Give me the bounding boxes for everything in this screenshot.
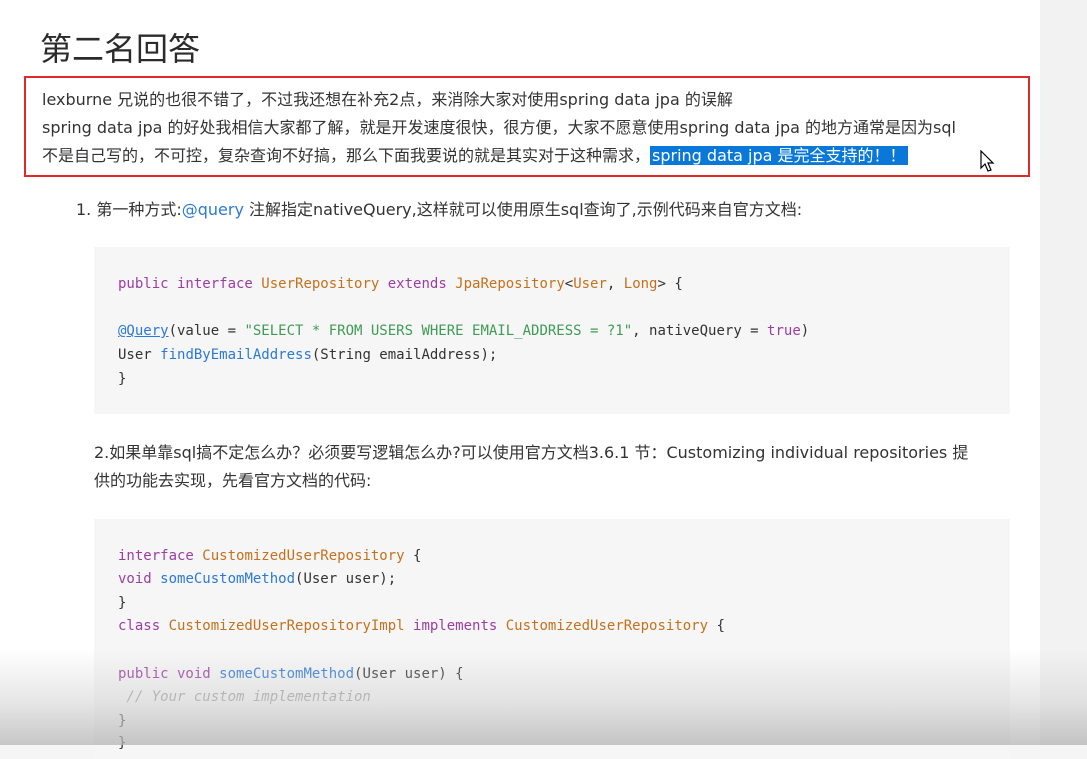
- code-line: }: [118, 735, 127, 751]
- list-item-1-text: 注解指定nativeQuery,这样就可以使用原生sql查询了,示例代码来自官方…: [243, 200, 803, 219]
- code-block-1: public interface UserRepository extends …: [94, 247, 1010, 414]
- callout-line-1: lexburne 兄说的也很不错了，不过我还想在补充2点，来消除大家对使用spr…: [42, 90, 733, 109]
- code-line: @Query(value = "SELECT * FROM USERS WHER…: [118, 323, 810, 339]
- highlighted-callout: lexburne 兄说的也很不错了，不过我还想在补充2点，来消除大家对使用spr…: [24, 76, 1030, 177]
- article-page: 第二名回答 lexburne 兄说的也很不错了，不过我还想在补充2点，来消除大家…: [0, 0, 1040, 759]
- mouse-cursor-icon: [980, 150, 995, 172]
- selected-text[interactable]: spring data jpa 是完全支持的！！: [650, 146, 908, 165]
- code-line: User findByEmailAddress(String emailAddr…: [118, 347, 498, 363]
- code-line: class CustomizedUserRepositoryImpl imple…: [118, 618, 725, 634]
- code-comment: // Your custom implementation: [118, 689, 371, 705]
- list-item-2-line-1: 2.如果单靠sql搞不定怎么办？必须要写逻辑怎么办?可以使用官方文档3.6.1 …: [94, 443, 969, 462]
- list-item-1: 1. 第一种方式:@query 注解指定nativeQuery,这样就可以使用原…: [76, 195, 802, 225]
- page-title: 第二名回答: [40, 30, 201, 69]
- code-line: }: [118, 371, 127, 387]
- callout-line-2: spring data jpa 的好处我相信大家都了解，就是开发速度很快，很方便…: [42, 118, 956, 137]
- code-line: interface CustomizedUserRepository {: [118, 548, 422, 564]
- callout-line-3: 不是自己写的，不可控，复杂查询不好搞，那么下面我要说的就是其实对于这种需求， sp…: [42, 142, 908, 170]
- code-line: }: [118, 713, 127, 729]
- list-item-2-line-2: 供的功能去实现，先看官方文档的代码:: [94, 471, 372, 490]
- list-item-1-prefix: 1. 第一种方式:: [76, 200, 182, 219]
- code-line: void someCustomMethod(User user);: [118, 571, 397, 587]
- query-link[interactable]: @query: [182, 200, 244, 219]
- code-line: }: [118, 595, 127, 611]
- code-line: public void someCustomMethod(User user) …: [118, 666, 464, 682]
- code-block-2: interface CustomizedUserRepository { voi…: [94, 519, 1010, 759]
- callout-line-3-text: 不是自己写的，不可控，复杂查询不好搞，那么下面我要说的就是其实对于这种需求，: [42, 146, 651, 165]
- page-margin: [1040, 0, 1087, 745]
- code-line: public interface UserRepository extends …: [118, 276, 683, 292]
